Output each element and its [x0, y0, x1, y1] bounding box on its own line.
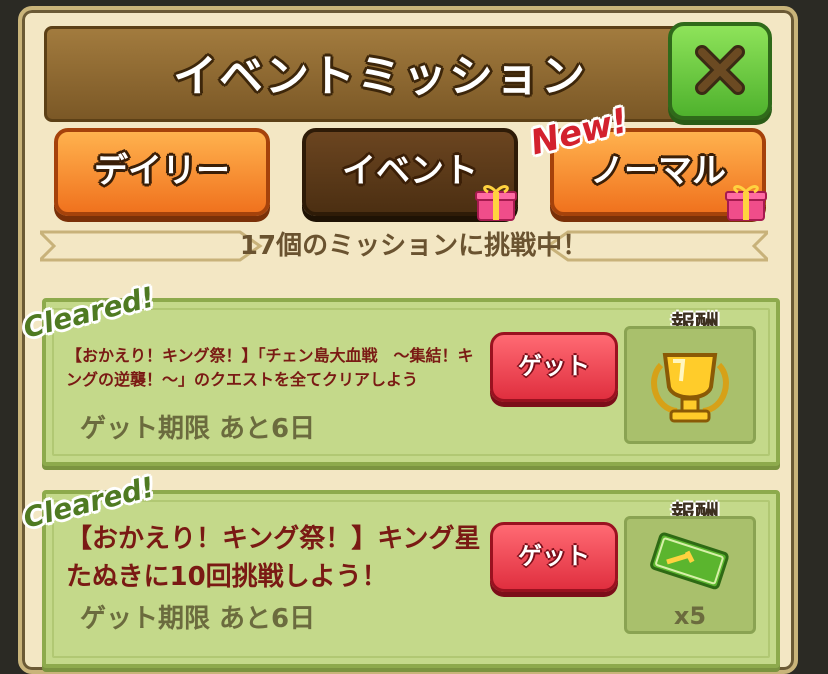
close-button[interactable]	[668, 22, 772, 120]
tab-event-label: イベント	[342, 151, 478, 191]
mission-count-text: 17個のミッションに挑戦中！	[239, 231, 589, 261]
mission-description: 【おかえり！キング祭！】キング星たぬきに10回挑戦しよう！	[66, 524, 481, 592]
get-reward-button[interactable]: ゲット	[490, 522, 618, 592]
tab-daily-label: デイリー	[94, 151, 230, 191]
mission-deadline: ゲット期限 あと6日	[80, 604, 316, 634]
tab-normal-label: ノーマル	[590, 151, 726, 191]
close-x-icon	[695, 45, 745, 95]
mission-deadline: ゲット期限 あと6日	[80, 414, 316, 444]
get-reward-button[interactable]: ゲット	[490, 332, 618, 402]
reward-slot	[624, 326, 756, 444]
mission-description: 【おかえり！キング祭！】「チェン島大血戦 ～集結！キングの逆襲！～」のクエストを…	[66, 346, 474, 389]
green-ticket-icon	[650, 532, 729, 590]
gift-icon	[475, 185, 517, 221]
golden-trophy-icon	[651, 353, 729, 423]
page-title: イベントミッション	[173, 51, 587, 102]
reward-count: x5	[673, 602, 707, 630]
gift-icon	[725, 185, 767, 221]
tab-daily[interactable]: デイリー	[54, 128, 270, 216]
